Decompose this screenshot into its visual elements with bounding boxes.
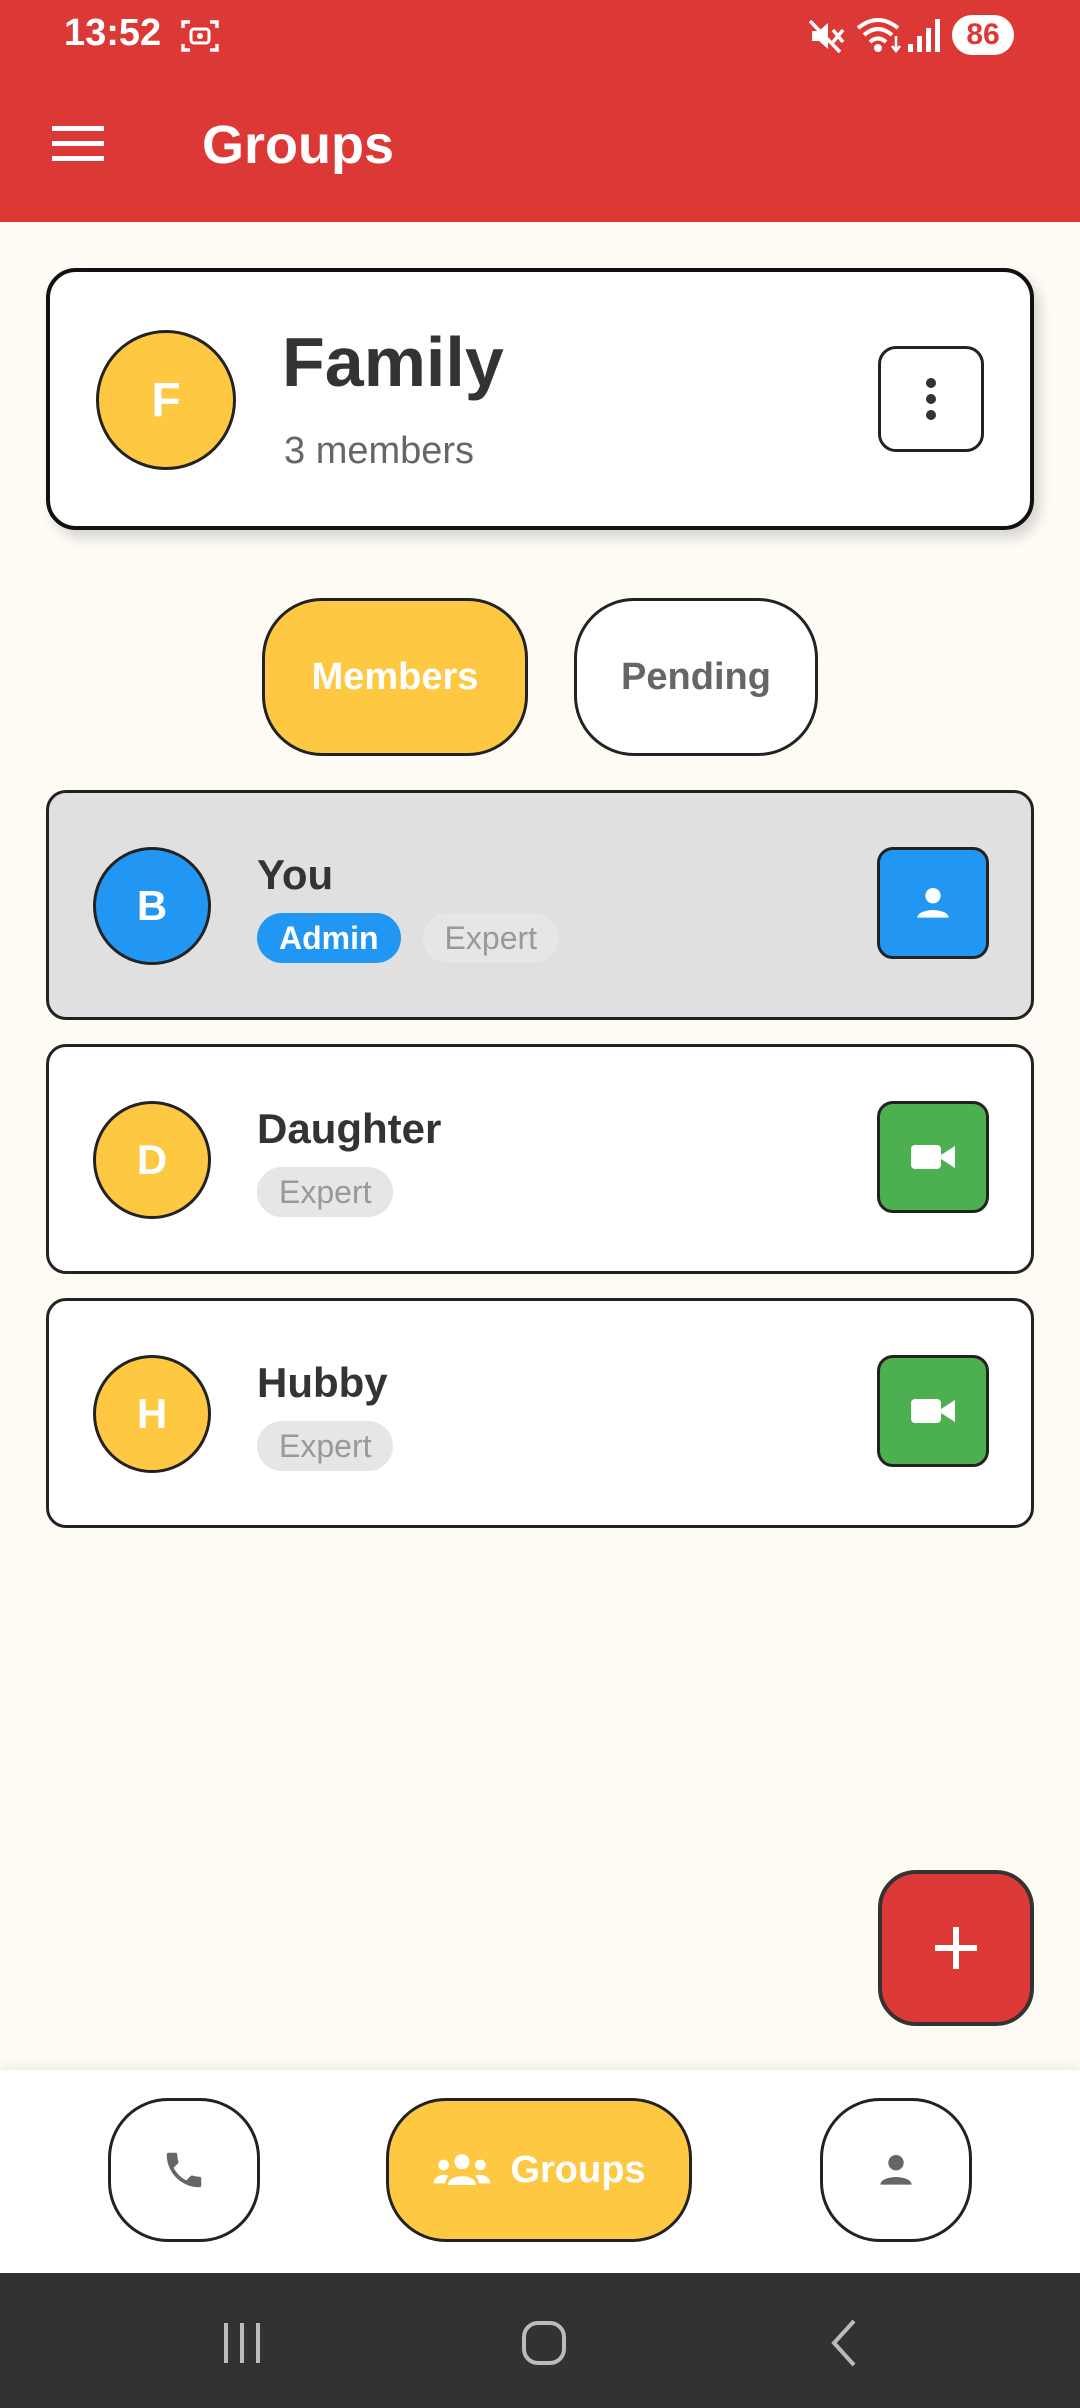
- nav-profile[interactable]: [820, 2098, 972, 2242]
- home-icon[interactable]: [514, 2313, 574, 2373]
- tab-members[interactable]: Members: [262, 598, 528, 756]
- member-avatar: B: [93, 847, 211, 965]
- status-bar: 13:52 86: [0, 0, 1080, 72]
- groups-icon: [434, 2154, 491, 2185]
- video-call-button[interactable]: [877, 1355, 989, 1467]
- expert-badge: Expert: [422, 913, 560, 963]
- member-row-hubby[interactable]: H Hubby Expert: [46, 1298, 1034, 1528]
- hamburger-menu-icon[interactable]: [52, 124, 104, 164]
- page-title: Groups: [202, 115, 395, 175]
- person-icon: [880, 2154, 912, 2185]
- member-tags: Expert: [257, 1167, 394, 1217]
- member-avatar: H: [93, 1355, 211, 1473]
- screenshot-icon: [181, 20, 219, 52]
- tab-pending[interactable]: Pending: [574, 598, 818, 756]
- member-name: Hubby: [257, 1359, 388, 1406]
- nav-calls[interactable]: [108, 2098, 260, 2242]
- video-call-button[interactable]: [877, 1101, 989, 1213]
- group-member-count: 3 members: [284, 430, 475, 472]
- expert-badge: Expert: [257, 1167, 394, 1217]
- tab-members-label: Members: [311, 655, 479, 698]
- profile-button[interactable]: [877, 847, 989, 959]
- expert-badge: Expert: [257, 1421, 394, 1471]
- nav-groups[interactable]: Groups: [386, 2098, 692, 2242]
- member-row-daughter[interactable]: D Daughter Expert: [46, 1044, 1034, 1274]
- app-bar: Groups: [0, 72, 1080, 222]
- group-card: F Family 3 members: [46, 268, 1034, 530]
- member-tags: Admin Expert: [257, 913, 560, 963]
- video-camera-icon: [911, 1145, 955, 1169]
- member-name: You: [257, 851, 334, 898]
- group-options-button[interactable]: [878, 346, 984, 452]
- member-name: Daughter: [257, 1105, 442, 1152]
- app-root: 13:52 86 Groups F Family 3 members Membe…: [0, 0, 1080, 2408]
- tab-pending-label: Pending: [621, 655, 771, 698]
- wifi-icon: [856, 18, 901, 54]
- video-camera-icon: [911, 1399, 955, 1423]
- member-row-you[interactable]: B You Admin Expert: [46, 790, 1034, 1020]
- add-member-button[interactable]: [878, 1870, 1034, 2026]
- bottom-navigation: Groups: [0, 2070, 1080, 2273]
- recent-apps-icon[interactable]: [212, 2313, 272, 2373]
- member-tags: Expert: [257, 1421, 394, 1471]
- person-icon: [917, 887, 949, 918]
- system-navigation-bar: [0, 2273, 1080, 2408]
- group-avatar: F: [96, 330, 236, 470]
- battery-indicator: 86: [952, 15, 1014, 55]
- member-avatar: D: [93, 1101, 211, 1219]
- plus-icon: [935, 1927, 977, 1969]
- group-name: Family: [282, 323, 504, 401]
- phone-icon: [166, 2152, 202, 2188]
- signal-icon: [908, 19, 940, 52]
- mute-icon: [808, 19, 845, 54]
- more-vertical-icon: [926, 378, 936, 420]
- admin-badge: Admin: [257, 913, 401, 963]
- status-time: 13:52: [64, 12, 162, 54]
- back-icon[interactable]: [816, 2313, 876, 2373]
- nav-groups-label: Groups: [510, 2148, 646, 2191]
